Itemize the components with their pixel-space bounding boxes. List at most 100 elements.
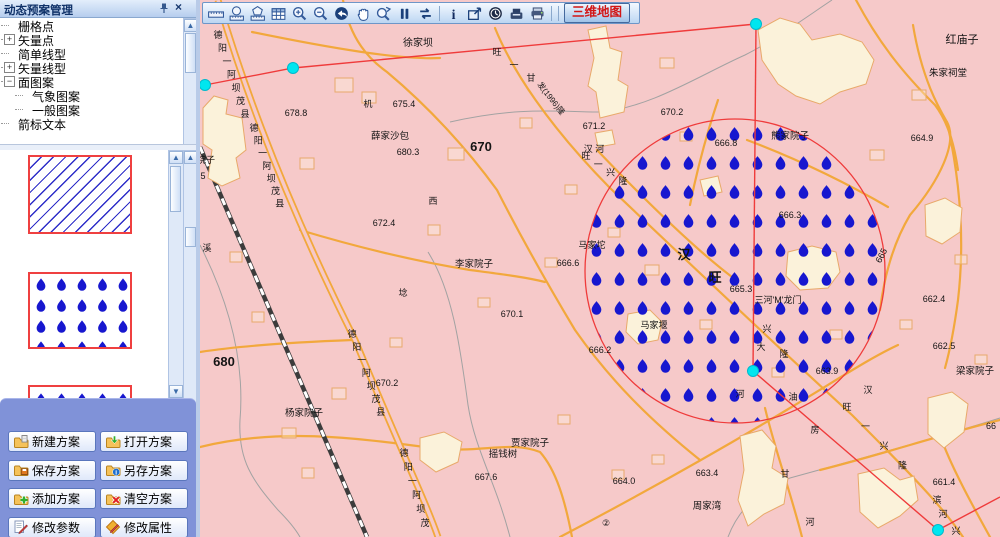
map-label: 德 bbox=[249, 122, 258, 133]
map-label: 666.3 bbox=[779, 210, 802, 220]
expand-icon[interactable]: + bbox=[4, 34, 15, 45]
map-canvas[interactable]: 徐家坝678.8机675.4薛家沙包680.3670671.2汉 河670.26… bbox=[200, 0, 1000, 537]
toolbar-separator bbox=[558, 6, 559, 21]
pattern-preview-drops[interactable] bbox=[28, 272, 132, 349]
map-label: 德 bbox=[347, 328, 356, 339]
map-label: 666.2 bbox=[589, 345, 612, 355]
map-label: 680.3 bbox=[397, 147, 420, 157]
toolbar-separator bbox=[439, 6, 440, 21]
tree-item-栅格点[interactable]: 栅格点 bbox=[0, 18, 182, 32]
tree-item-简单线型[interactable]: 简单线型 bbox=[0, 46, 182, 60]
map-label: 阿 bbox=[227, 70, 236, 80]
building-outline bbox=[558, 415, 570, 424]
svg-text:i: i bbox=[115, 470, 117, 477]
folder-saveas-icon: i bbox=[105, 462, 121, 478]
map-label: 665.3 bbox=[730, 284, 753, 294]
map-label: 隆 bbox=[779, 348, 788, 359]
measure-circle-icon[interactable] bbox=[228, 5, 245, 22]
tree-item-一般图案[interactable]: 一般图案 bbox=[0, 102, 182, 116]
map-label: 红庙子 bbox=[946, 32, 979, 46]
expand-icon[interactable]: + bbox=[4, 62, 15, 73]
map-3d-button[interactable]: 三维地图 bbox=[564, 3, 630, 23]
tree-item-气象图案[interactable]: 气象图案 bbox=[0, 88, 182, 102]
info-icon[interactable]: i bbox=[445, 5, 462, 22]
swap-icon[interactable] bbox=[417, 5, 434, 22]
zoom-out-icon[interactable] bbox=[312, 5, 329, 22]
measure-polygon-icon[interactable] bbox=[249, 5, 266, 22]
pin-icon[interactable] bbox=[158, 2, 170, 14]
map-label: 隆 bbox=[618, 175, 627, 186]
map-label: 一 bbox=[594, 159, 603, 169]
sidebar-splitter[interactable] bbox=[196, 0, 200, 537]
export-icon[interactable] bbox=[466, 5, 483, 22]
building-outline bbox=[335, 78, 353, 92]
building-outline bbox=[302, 468, 314, 478]
folder-new-icon bbox=[13, 434, 29, 450]
button-添加方案[interactable]: 添加方案 bbox=[8, 488, 96, 509]
overlay-vertex-handle[interactable] bbox=[933, 525, 944, 536]
clock-icon[interactable] bbox=[487, 5, 504, 22]
map-label: 滨 bbox=[932, 494, 941, 505]
map-label: 一 bbox=[861, 422, 870, 432]
button-label: 修改参数 bbox=[32, 519, 80, 536]
map-label: 兴 bbox=[606, 168, 615, 178]
building-outline bbox=[870, 150, 884, 160]
map-label: 西 bbox=[428, 196, 437, 206]
button-新建方案[interactable]: 新建方案 bbox=[8, 431, 96, 452]
back-icon[interactable] bbox=[333, 5, 350, 22]
fax-icon[interactable] bbox=[508, 5, 525, 22]
map-label: 三河'M'龙门 bbox=[755, 294, 802, 305]
zoom-window-icon[interactable] bbox=[375, 5, 392, 22]
toolbar-separator bbox=[551, 6, 552, 21]
overlay-vertex-handle[interactable] bbox=[200, 80, 211, 91]
close-icon[interactable]: × bbox=[175, 0, 188, 13]
map-label: 河 bbox=[805, 516, 814, 527]
button-另存方案[interactable]: i另存方案 bbox=[100, 460, 188, 481]
building-outline bbox=[230, 252, 242, 262]
zoom-in-icon[interactable] bbox=[291, 5, 308, 22]
building-outline bbox=[660, 58, 674, 68]
map-label: 茂 bbox=[371, 393, 380, 404]
map-label: 662.5 bbox=[933, 341, 956, 351]
building-outline bbox=[282, 428, 296, 438]
button-清空方案[interactable]: 清空方案 bbox=[100, 488, 188, 509]
button-保存方案[interactable]: 保存方案 bbox=[8, 460, 96, 481]
pan-hand-icon[interactable] bbox=[354, 5, 371, 22]
collapse-icon[interactable]: − bbox=[4, 76, 15, 87]
tree-item-矢量点[interactable]: +矢量点 bbox=[0, 32, 182, 46]
svg-text:i: i bbox=[452, 6, 456, 21]
button-label: 保存方案 bbox=[32, 462, 80, 479]
tree-item-箭标文本[interactable]: 箭标文本 bbox=[0, 116, 182, 130]
map-label: 666.6 bbox=[557, 258, 580, 268]
map-label: 大 bbox=[756, 341, 765, 352]
map-label: 670.2 bbox=[376, 378, 399, 388]
map-label: 县 bbox=[376, 407, 385, 417]
button-修改参数[interactable]: 修改参数 bbox=[8, 517, 96, 537]
measure-distance-icon[interactable] bbox=[207, 5, 224, 22]
overlay-vertex-handle[interactable] bbox=[748, 366, 759, 377]
pattern-preview-hatch[interactable] bbox=[28, 155, 132, 234]
tree-item-矢量线型[interactable]: +矢量线型 bbox=[0, 60, 182, 74]
map-label: 马家坨 bbox=[578, 239, 605, 250]
pattern-scrollbar[interactable]: ▲ ▼ bbox=[168, 150, 184, 399]
grid-icon[interactable] bbox=[270, 5, 287, 22]
map-label: 溪 bbox=[202, 242, 211, 253]
print-icon[interactable] bbox=[529, 5, 546, 22]
map-label: 672.4 bbox=[373, 218, 396, 228]
button-修改属性[interactable]: 修改属性 bbox=[100, 517, 188, 537]
tree-item-面图案[interactable]: −面图案 bbox=[0, 74, 182, 88]
overlay-vertex-handle[interactable] bbox=[751, 19, 762, 30]
map-label: 663.9 bbox=[816, 366, 839, 376]
pattern-list bbox=[0, 150, 168, 397]
map-label: 664.0 bbox=[613, 476, 636, 486]
layer-tree: 栅格点+矢量点简单线型+矢量线型−面图案气象图案一般图案箭标文本 bbox=[0, 18, 182, 143]
map-label: 坝 bbox=[267, 173, 276, 183]
button-打开方案[interactable]: 打开方案 bbox=[100, 431, 188, 452]
map-label: 机 bbox=[363, 98, 372, 109]
map-label: 662.4 bbox=[923, 294, 946, 304]
hazard-zone-pattern bbox=[585, 119, 885, 423]
plan-management-panel: 动态预案管理 × 栅格点+矢量点简单线型+矢量线型−面图案气象图案一般图案箭标文… bbox=[0, 0, 196, 537]
pause-icon[interactable] bbox=[396, 5, 413, 22]
overlay-vertex-handle[interactable] bbox=[288, 63, 299, 74]
map-area[interactable]: 徐家坝678.8机675.4薛家沙包680.3670671.2汉 河670.26… bbox=[200, 0, 1000, 537]
